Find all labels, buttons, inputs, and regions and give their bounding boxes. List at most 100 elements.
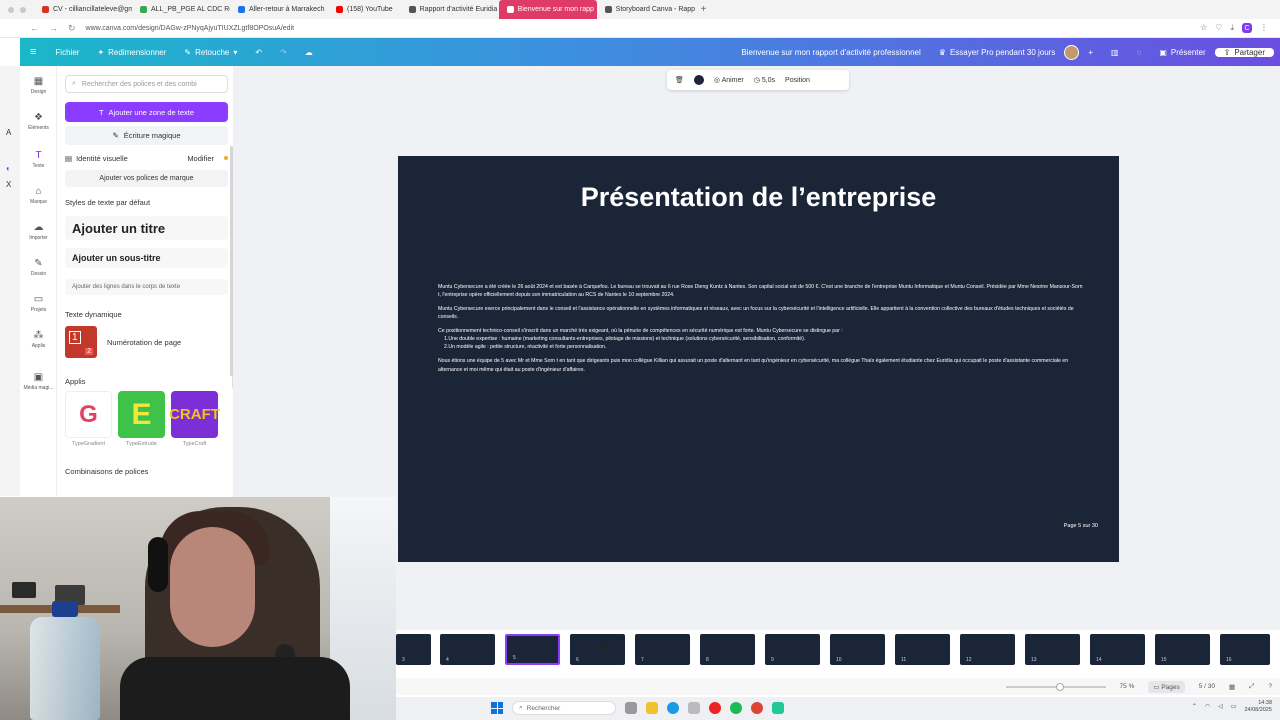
profile-icon[interactable]: C: [1242, 23, 1252, 33]
page-numbering-item[interactable]: 12 Numérotation de page: [65, 326, 181, 358]
page-thumbnail[interactable]: 16: [1220, 634, 1270, 665]
rail-item-text[interactable]: T Texte: [20, 150, 57, 169]
clock[interactable]: 14:38 24/08/2025: [1244, 700, 1272, 713]
menu-icon[interactable]: ⋮: [1260, 23, 1268, 33]
add-text-box-button[interactable]: T Ajouter une zone de texte: [65, 102, 228, 122]
comment-icon[interactable]: ◌: [1128, 48, 1151, 57]
star-icon[interactable]: ☆: [1200, 23, 1207, 33]
hamburger-icon[interactable]: ≡: [20, 46, 46, 58]
page-thumbnail[interactable]: 15: [1155, 634, 1210, 665]
app-typeextrude[interactable]: E TypeExtrude: [118, 391, 165, 447]
add-subtitle-card[interactable]: Ajouter un sous-titre: [65, 248, 228, 268]
sidebar-a-icon[interactable]: A: [6, 128, 11, 137]
reload-icon[interactable]: ↻: [68, 23, 76, 34]
animate-button[interactable]: ◎ Animer: [714, 76, 744, 84]
file-menu[interactable]: Fichier: [46, 48, 88, 57]
rail-item-projects[interactable]: ▭ Projets: [20, 294, 57, 313]
page-thumbnail[interactable]: 3: [396, 634, 431, 665]
browser-tab[interactable]: ALL_PB_PGE AL CDC Re: [132, 0, 230, 19]
opera-icon[interactable]: [709, 702, 721, 714]
page-thumbnail[interactable]: 11: [895, 634, 950, 665]
color-swatch[interactable]: [693, 75, 704, 85]
help-icon[interactable]: ?: [1268, 683, 1272, 690]
page-thumbnail[interactable]: 14: [1090, 634, 1145, 665]
url-field[interactable]: www.canva.com/design/DAGw-zPNyqAjyuTIUXZ…: [86, 25, 1201, 32]
rail-item-elements[interactable]: ❖ Éléments: [20, 112, 57, 131]
position-button[interactable]: Position: [785, 77, 810, 84]
page-thumbnail[interactable]: 5: [505, 634, 560, 665]
trash-icon[interactable]: 🗑: [675, 76, 684, 84]
download-icon[interactable]: ⤓: [1230, 23, 1234, 33]
page-thumbnail[interactable]: 8: [700, 634, 755, 665]
slide-body[interactable]: Muntu Cybersecure a été créée le 26 août…: [438, 283, 1083, 380]
rail-item-brand[interactable]: ⌂ Marque: [20, 186, 57, 205]
app-icon[interactable]: [772, 702, 784, 714]
heart-icon[interactable]: ♡: [1215, 23, 1222, 33]
pages-button[interactable]: ▭ Pages: [1148, 680, 1185, 693]
webcam-overlay: [0, 497, 396, 720]
zoom-value[interactable]: 75 %: [1120, 683, 1135, 690]
analytics-icon[interactable]: ▥: [1102, 48, 1128, 57]
forward-icon[interactable]: →: [49, 23, 58, 34]
share-button[interactable]: ⇪ Partager: [1214, 47, 1274, 57]
document-title[interactable]: Bienvenue sur mon rapport d'activité pro…: [732, 48, 929, 57]
undo-icon[interactable]: ↶: [246, 48, 271, 57]
magic-write-button[interactable]: ✎ Écriture magique: [65, 126, 228, 145]
browser-tab[interactable]: Aller-retour à Marrakech: [230, 0, 328, 19]
speaker-icon[interactable]: ◁: [1218, 703, 1223, 710]
chevron-up-icon[interactable]: ⌃: [1192, 703, 1197, 710]
try-pro-button[interactable]: ♛ Essayer Pro pendant 30 jours: [930, 48, 1065, 57]
browser-tab[interactable]: Rapport d'activité Euridia: [401, 0, 499, 19]
back-icon[interactable]: ←: [30, 23, 39, 34]
page-thumbnail[interactable]: 13: [1025, 634, 1080, 665]
new-tab-button[interactable]: +: [695, 4, 713, 15]
browser-tab[interactable]: Storyboard Canva - Rapp: [597, 0, 695, 19]
rail-item-apps[interactable]: ⁂ Applis: [20, 330, 57, 349]
browser-tab[interactable]: CV - cilliancillateleve@gm: [34, 0, 132, 19]
taskbar-search[interactable]: ⌕ Rechercher: [512, 701, 616, 715]
resize-button[interactable]: ✦ Redimensionner: [88, 48, 175, 57]
add-body-card[interactable]: Ajouter des lignes dans le corps de text…: [65, 279, 228, 295]
present-button[interactable]: ▣ Présenter: [1150, 48, 1214, 57]
chrome-icon[interactable]: [751, 702, 763, 714]
zoom-slider[interactable]: [1005, 682, 1106, 691]
task-view-icon[interactable]: [625, 702, 637, 714]
wifi-icon[interactable]: ◠: [1205, 703, 1210, 710]
app-typecraft[interactable]: CRAFT TypeCraft: [169, 391, 220, 447]
add-brand-fonts-button[interactable]: Ajouter vos polices de marque: [65, 170, 228, 187]
spotify-icon[interactable]: [730, 702, 742, 714]
rail-item-magic-media[interactable]: ▣ Média magi...: [20, 372, 57, 391]
grid-view-icon[interactable]: ▦: [1229, 683, 1235, 691]
add-title-card[interactable]: Ajouter un titre: [65, 216, 228, 240]
file-explorer-icon[interactable]: [646, 702, 658, 714]
slide-title[interactable]: Présentation de l’entreprise: [398, 182, 1119, 213]
sidebar-x-icon[interactable]: X: [6, 180, 11, 189]
fullscreen-icon[interactable]: ⤢: [1249, 683, 1254, 691]
redo-icon[interactable]: ↷: [271, 48, 296, 57]
edge-icon[interactable]: [667, 702, 679, 714]
browser-tab[interactable]: (158) YouTube: [328, 0, 401, 19]
page-thumbnail[interactable]: 12: [960, 634, 1015, 665]
retouch-button[interactable]: ✎ Retouche ▾: [175, 48, 246, 57]
page-thumbnail[interactable]: 10: [830, 634, 885, 665]
slide-canvas[interactable]: Présentation de l’entreprise Muntu Cyber…: [398, 156, 1119, 562]
browser-tab[interactable]: Bienvenue sur mon rapp: [498, 0, 597, 19]
app-typegradient[interactable]: G TypeGradient: [65, 391, 112, 447]
battery-icon[interactable]: ▭: [1231, 703, 1237, 710]
windows-start-icon[interactable]: [491, 702, 503, 714]
rail-item-upload[interactable]: ☁ Importer: [20, 222, 57, 241]
store-icon[interactable]: [688, 702, 700, 714]
rail-item-design[interactable]: ▦ Design: [20, 76, 57, 95]
page-thumbnail[interactable]: 9: [765, 634, 820, 665]
duration-button[interactable]: ◷ 5,0s: [754, 76, 775, 84]
avatar[interactable]: [1064, 44, 1080, 60]
rail-item-draw[interactable]: ✎ Dessin: [20, 258, 57, 277]
cloud-save-icon[interactable]: ☁: [296, 48, 322, 57]
add-collaborator-icon[interactable]: +: [1079, 48, 1102, 57]
page-thumbnail[interactable]: 4: [440, 634, 495, 665]
font-search-input[interactable]: ⌕ Rechercher des polices et des combi: [65, 75, 228, 93]
sidebar-c-icon[interactable]: ◐: [6, 164, 11, 173]
modify-link[interactable]: Modifier: [187, 154, 214, 163]
page-thumbnail[interactable]: 7: [635, 634, 690, 665]
zoom-knob[interactable]: [1055, 682, 1064, 691]
